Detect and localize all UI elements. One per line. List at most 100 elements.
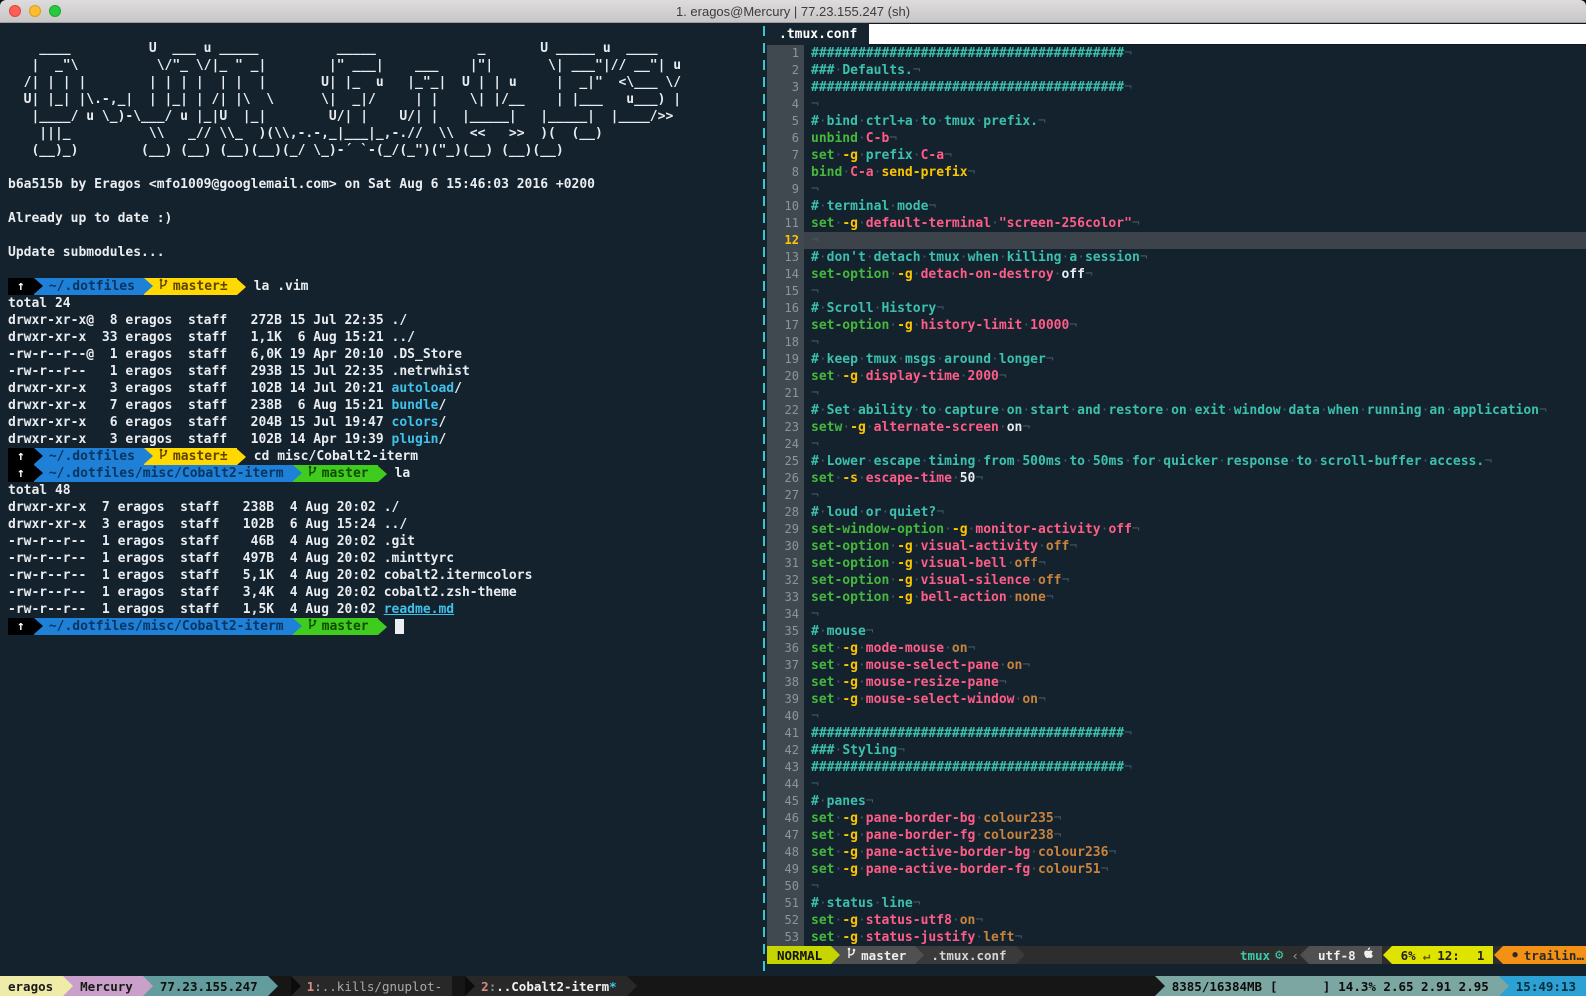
code-token: escape-time — [866, 471, 952, 486]
space-marker: · — [1015, 454, 1023, 469]
code-token: detach-on-destroy — [921, 267, 1054, 282]
up-arrow-icon: ↑ — [17, 465, 25, 482]
eol-marker: ¬ — [811, 879, 819, 894]
vim-mode-segment: NORMAL — [767, 946, 831, 964]
space-marker: · — [866, 454, 874, 469]
vim-filename: .tmux.conf — [931, 947, 1006, 964]
vim-buffer[interactable]: 1#######################################… — [767, 45, 1586, 946]
code-token: "screen-256color" — [999, 216, 1132, 231]
code-token: default-terminal — [866, 216, 991, 231]
vim-line: 50 ¬ — [767, 878, 1586, 895]
eol-marker: ¬ — [811, 607, 819, 622]
listing-row: -rw-r--r-- 1 eragos staff 46B 4 Aug 20:0… — [8, 533, 760, 550]
code-token: #·bind·ctrl+a·to·tmux·prefix. — [811, 114, 1038, 129]
git-branch-icon — [159, 278, 168, 296]
space-marker: · — [913, 539, 921, 554]
shell-pane[interactable]: ____ U ___ u _____ _____ _ U _____ u ___… — [0, 23, 760, 976]
space-marker: · — [1077, 250, 1085, 265]
prompt-arrow — [237, 279, 246, 295]
tmux-plugin-label: tmux — [1240, 947, 1270, 964]
eol-marker: ¬ — [1124, 46, 1132, 61]
tmux-window-1[interactable]: 1:..kills/gnuplot- — [291, 976, 452, 996]
shell-prompt-current[interactable]: ↑ ~/.dotfiles/misc/Cobalt2-iterm master — [8, 618, 760, 635]
file-name: cobalt2.zsh-theme — [384, 585, 517, 600]
code-token: -g — [897, 267, 913, 282]
apple-icon — [1362, 947, 1373, 964]
eol-marker: ¬ — [968, 165, 976, 180]
space-marker: · — [858, 369, 866, 384]
space-marker: · — [1218, 454, 1226, 469]
tmux-system-stats-segment: 8385/16384MB[ ]14.3% 2.65 2.91 2.95 — [1155, 976, 1499, 996]
vim-line: 1#######################################… — [767, 45, 1586, 62]
prompt-status-segment: ↑ — [8, 278, 34, 295]
dotfiles-ascii-banner: ____ U ___ u _____ _____ _ U _____ u ___… — [8, 40, 760, 159]
file-link[interactable]: readme.md — [384, 602, 454, 617]
prompt-status-segment: ↑ — [8, 465, 34, 482]
eol-marker: ¬ — [1124, 760, 1132, 775]
code-token: set — [811, 641, 834, 656]
line-content: ###·Styling¬ — [804, 742, 1586, 759]
vim-line: 13#·don't·detach·tmux·when·killing·a·ses… — [767, 249, 1586, 266]
code-token: colour236 — [1038, 845, 1108, 860]
window-index: 1 — [307, 979, 315, 994]
line-number: 4 — [767, 96, 804, 113]
branch-label: master± — [173, 448, 228, 465]
line-content: set·-g·status-justify·left¬ — [804, 929, 1586, 946]
line-number: 28 — [767, 504, 804, 521]
space-marker: · — [921, 250, 929, 265]
code-token: history-limit — [921, 318, 1023, 333]
line-content: #·Set·ability·to·capture·on·start·and·re… — [804, 402, 1586, 419]
vim-line: 8bind·C-a·send-prefix¬ — [767, 164, 1586, 181]
listing-row: drwxr-xr-x 33 eragos staff 1,1K 6 Aug 15… — [8, 329, 760, 346]
space-marker: · — [1422, 403, 1430, 418]
code-token: -g — [842, 148, 858, 163]
vim-pane[interactable]: .tmux.conf 1############################… — [767, 23, 1586, 976]
line-content: setw·-g·alternate-screen·on¬ — [804, 419, 1586, 436]
code-token: off — [1108, 522, 1131, 537]
line-number: 21 — [767, 385, 804, 402]
vim-filename-segment: .tmux.conf — [915, 946, 1015, 964]
space-marker: · — [913, 267, 921, 282]
space-marker: · — [1030, 573, 1038, 588]
vim-line: 24¬ — [767, 436, 1586, 453]
eol-marker: ¬ — [1484, 454, 1492, 469]
eol-marker: ¬ — [1038, 692, 1046, 707]
line-content: set-option·-g·detach-on-destroy·off¬ — [804, 266, 1586, 283]
clock: 15:49:13 — [1516, 979, 1576, 994]
branch-label: master — [322, 618, 369, 635]
listing-row: drwxr-xr-x 3 eragos staff 102B 14 Apr 19… — [8, 431, 760, 448]
vim-line: 25#·Lower·escape·timing·from·500ms·to·50… — [767, 453, 1586, 470]
code-token: set — [811, 675, 834, 690]
space-marker: · — [858, 641, 866, 656]
vim-branch-segment: master — [831, 946, 915, 964]
code-token: prefix — [866, 148, 913, 163]
tmux-pane-border[interactable] — [760, 23, 767, 976]
line-number: 50 — [767, 878, 804, 895]
code-token: on — [1007, 658, 1023, 673]
space-marker: · — [913, 556, 921, 571]
code-token: -g — [842, 930, 858, 945]
file-meta: drwxr-xr-x 3 eragos staff 102B 14 Jul 20… — [8, 381, 392, 396]
space-marker: · — [975, 114, 983, 129]
line-number: 9 — [767, 181, 804, 198]
eol-marker: ¬ — [975, 471, 983, 486]
file-name: ./ — [384, 500, 400, 515]
vim-tabline: .tmux.conf — [767, 23, 1586, 45]
vim-line: 30set-option·-g·visual-activity·off¬ — [767, 538, 1586, 555]
space-marker: · — [1085, 454, 1093, 469]
code-token: set — [811, 216, 834, 231]
eol-marker: ¬ — [811, 284, 819, 299]
terminal-cursor — [395, 619, 404, 634]
space-marker: · — [913, 318, 921, 333]
code-token: visual-activity — [921, 539, 1038, 554]
thin-chevron-icon: ‹ — [1291, 947, 1299, 964]
code-token: -g — [952, 522, 968, 537]
prompt-path: ~/.dotfiles — [49, 448, 135, 465]
blank-line — [8, 261, 760, 278]
tmux-window-2-active[interactable]: 2:..Cobalt2-iterm* — [465, 976, 626, 996]
line-number: 23 — [767, 419, 804, 436]
vim-tab[interactable]: .tmux.conf — [767, 23, 869, 45]
code-token: alternate-screen — [874, 420, 999, 435]
vim-line: 3#######################################… — [767, 79, 1586, 96]
eol-marker: ¬ — [1022, 420, 1030, 435]
